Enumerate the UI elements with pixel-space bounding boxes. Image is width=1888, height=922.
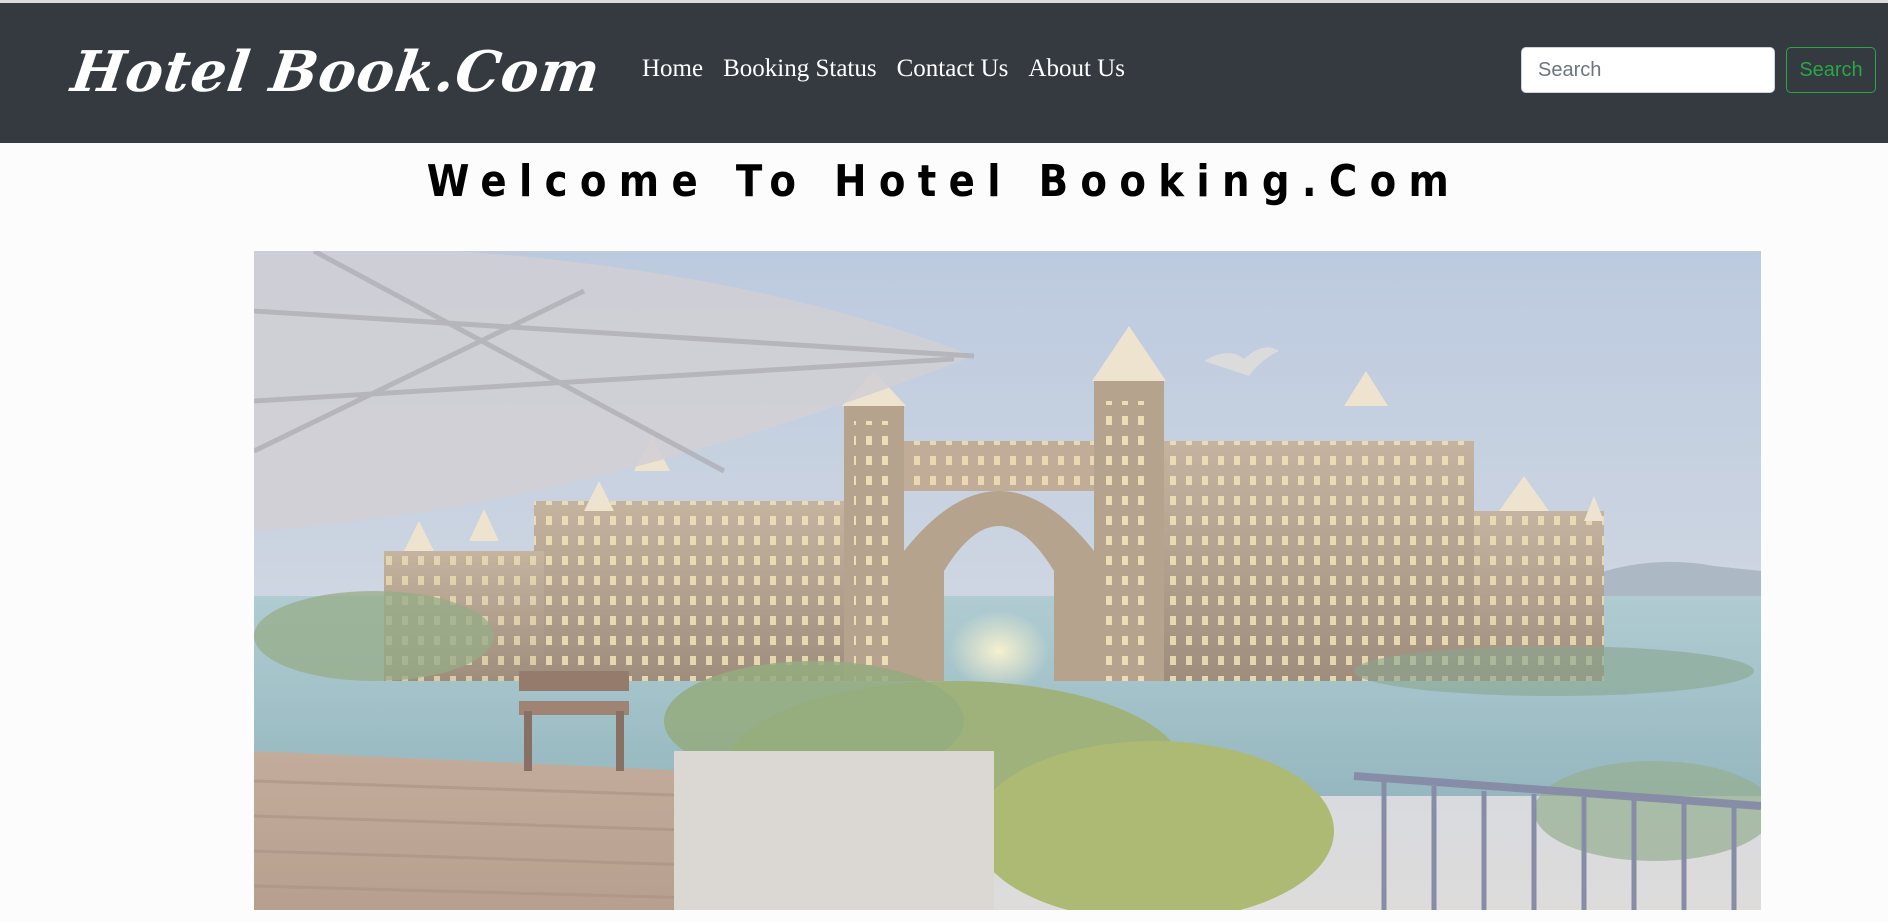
navbar: Hotel Book.Com Home Booking Status Conta… (0, 3, 1888, 143)
search-input[interactable] (1521, 47, 1775, 93)
search-button[interactable]: Search (1786, 47, 1876, 93)
nav-link-booking-status[interactable]: Booking Status (723, 55, 877, 83)
hero-image (254, 251, 1761, 910)
nav-links: Home Booking Status Contact Us About Us (642, 55, 1145, 83)
nav-link-home[interactable]: Home (642, 55, 703, 83)
brand-logo[interactable]: Hotel Book.Com (67, 39, 604, 105)
page-title: Welcome To Hotel Booking.Com (426, 156, 1462, 207)
nav-link-contact-us[interactable]: Contact Us (897, 55, 1009, 83)
nav-link-about-us[interactable]: About Us (1028, 55, 1125, 83)
